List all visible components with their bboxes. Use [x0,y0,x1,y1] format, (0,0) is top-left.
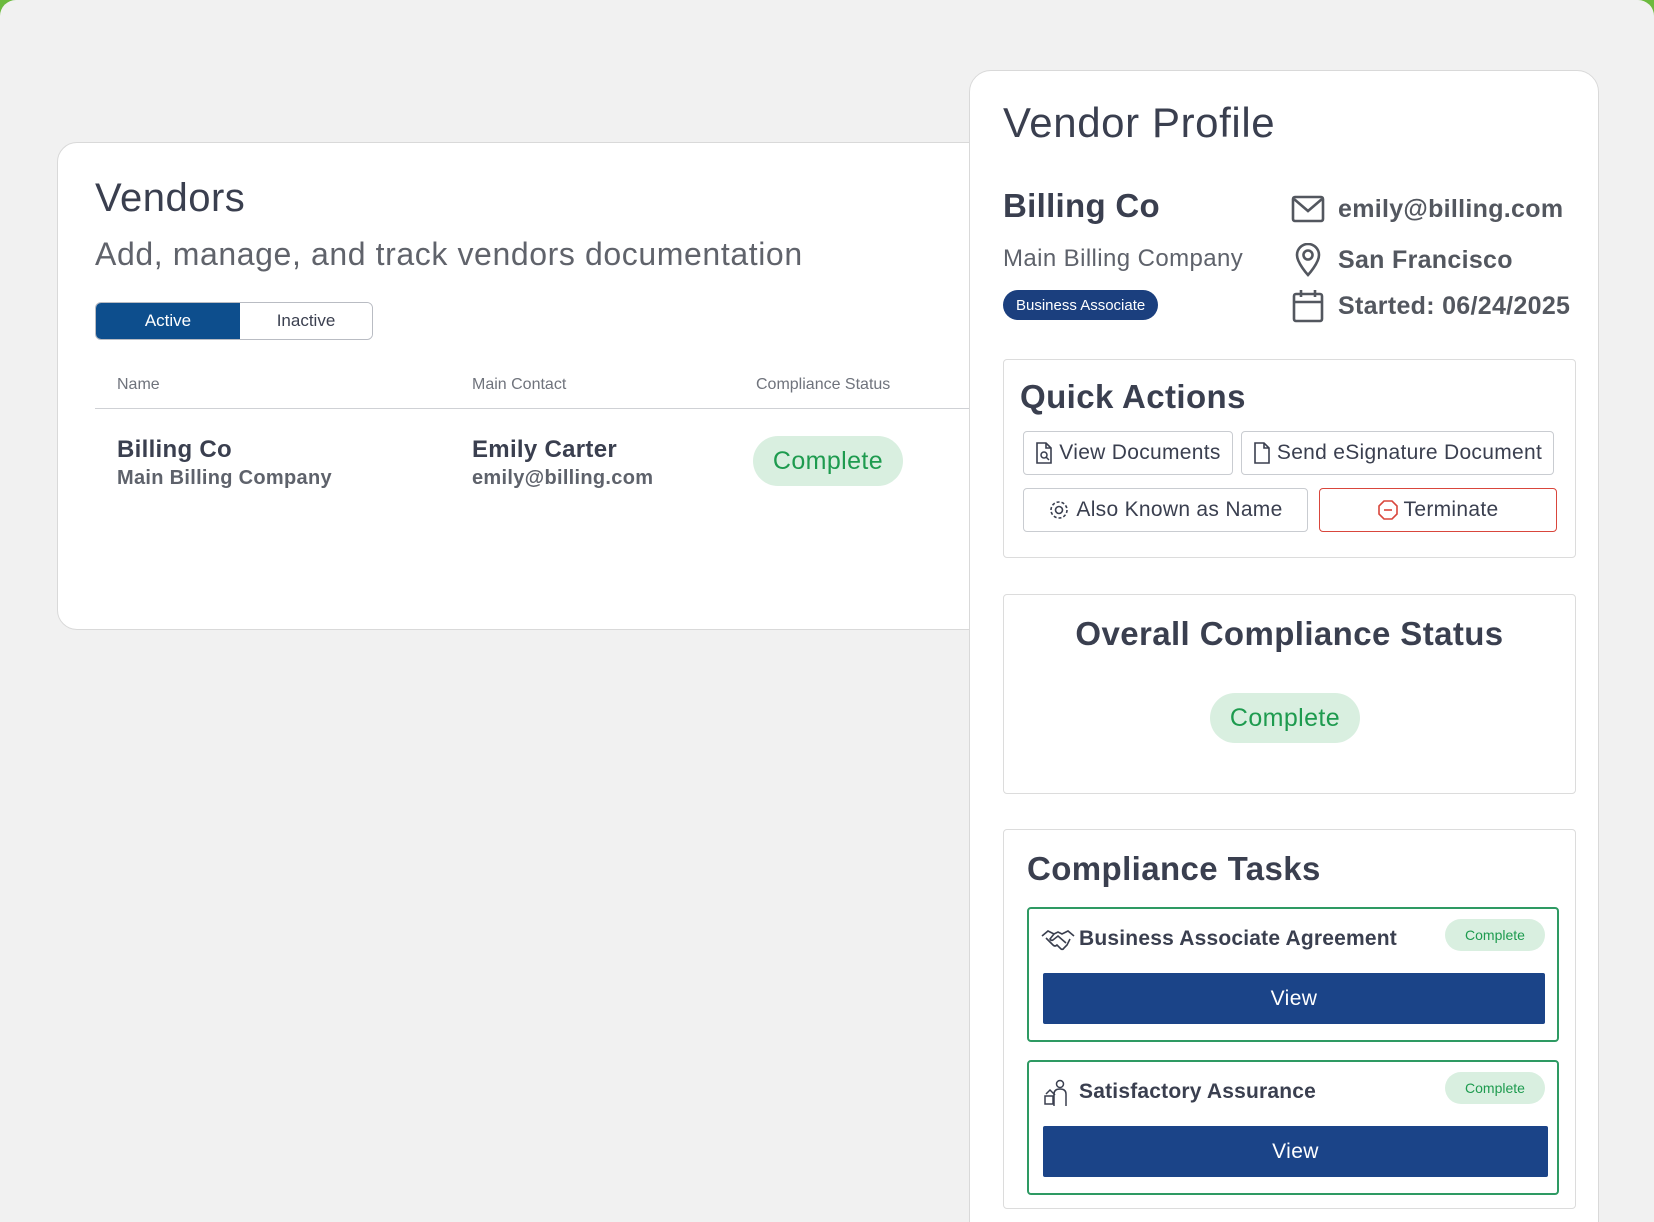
overall-compliance-title: Overall Compliance Status [1075,615,1504,652]
send-esignature-label: Send eSignature Document [1276,441,1543,464]
compliance-tasks-title: Compliance Tasks [1027,850,1321,887]
task-card-business-associate-agreement: Business Associate Agreement Complete Vi… [1027,907,1559,1042]
profile-vendor-company: Main Billing Company [1003,245,1244,272]
column-header-name[interactable]: Name [117,376,160,394]
overall-compliance-section: Overall Compliance Status Complete [1003,594,1576,794]
app-canvas: Vendors Add, manage, and track vendors d… [0,0,1654,1222]
profile-vendor-name: Billing Co [1003,187,1160,224]
view-documents-label: View Documents [1059,441,1221,464]
profile-email[interactable]: emily@billing.com [1338,195,1563,224]
stop-icon [1377,500,1398,520]
overall-status-badge: Complete [1210,693,1360,743]
quick-actions-title: Quick Actions [1020,378,1246,415]
profile-started-date: Started: 06/24/2025 [1338,291,1571,320]
vendors-title: Vendors [95,176,246,220]
vendor-company: Main Billing Company [117,467,332,489]
vendor-profile-panel: Vendor Profile Billing Co Main Billing C… [969,70,1599,1222]
compliance-tasks-section: Compliance Tasks Business Associate Agre… [1003,829,1576,1209]
also-known-as-button[interactable]: Also Known as Name [1023,488,1308,532]
badge-gear-icon [1048,499,1070,521]
mail-icon [1290,191,1326,227]
profile-started-row: Started: 06/24/2025 [1290,288,1570,324]
contact-name: Emily Carter [472,436,617,463]
also-known-as-label: Also Known as Name [1076,498,1283,521]
document-icon [1253,442,1271,464]
send-esignature-button[interactable]: Send eSignature Document [1241,431,1554,475]
vendor-name: Billing Co [117,436,232,463]
location-pin-icon [1290,242,1326,278]
terminate-label: Terminate [1403,498,1499,521]
handshake-icon [1041,925,1075,955]
profile-location-row: San Francisco [1290,242,1513,278]
status-toggle: Active Inactive [95,302,373,340]
task-name: Business Associate Agreement [1079,927,1397,950]
status-badge: Complete [753,436,903,486]
task-name: Satisfactory Assurance [1079,1080,1317,1103]
assurance-icon [1041,1078,1075,1108]
profile-email-row: emily@billing.com [1290,191,1563,227]
document-search-icon [1035,442,1053,464]
quick-actions-section: Quick Actions View Documents Send eSigna… [1003,359,1576,558]
table-header-divider [95,408,1098,409]
task-view-button[interactable]: View [1043,973,1545,1024]
task-card-satisfactory-assurance: Satisfactory Assurance Complete View [1027,1060,1559,1195]
vendors-card: Vendors Add, manage, and track vendors d… [57,142,1098,630]
contact-email: emily@billing.com [472,467,654,489]
column-header-compliance-status[interactable]: Compliance Status [756,376,890,394]
tab-inactive[interactable]: Inactive [240,303,372,339]
terminate-button[interactable]: Terminate [1319,488,1557,532]
vendors-subtitle: Add, manage, and track vendors documenta… [95,236,803,272]
column-header-main-contact[interactable]: Main Contact [472,376,566,394]
task-status-badge: Complete [1445,919,1545,951]
tab-active[interactable]: Active [96,303,240,339]
profile-title: Vendor Profile [1003,99,1276,146]
profile-location: San Francisco [1338,245,1513,274]
calendar-icon [1290,288,1326,324]
task-view-button[interactable]: View [1043,1126,1548,1177]
business-associate-badge: Business Associate [1003,290,1159,320]
task-status-badge: Complete [1445,1072,1545,1104]
view-documents-button[interactable]: View Documents [1023,431,1233,475]
